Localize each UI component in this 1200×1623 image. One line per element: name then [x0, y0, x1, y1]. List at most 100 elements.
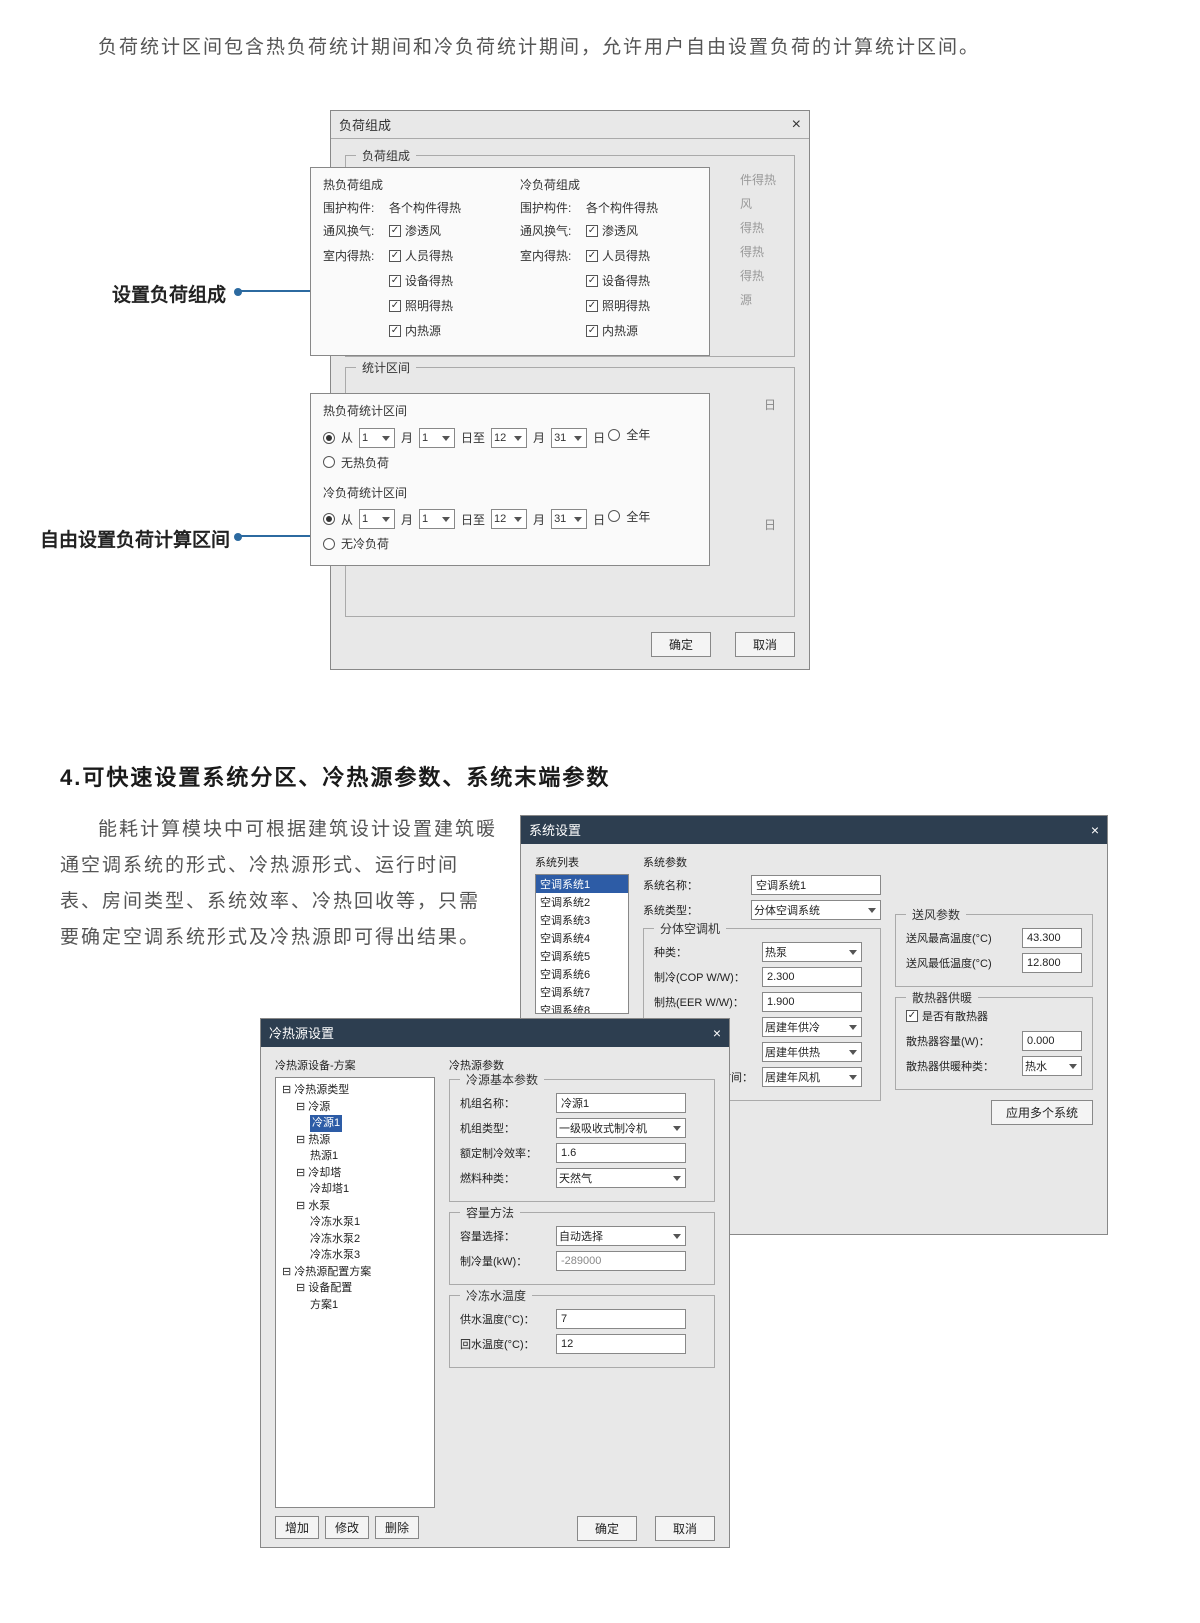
dialog-titlebar: 负荷组成 ×: [331, 111, 809, 139]
unit-type-label: 机组类型：: [460, 1120, 550, 1136]
kind-select[interactable]: 热泵: [762, 942, 862, 962]
cold-d2-select[interactable]: 31: [551, 509, 587, 529]
list-item[interactable]: 空调系统3: [536, 911, 628, 929]
close-icon[interactable]: ×: [713, 1025, 721, 1041]
cap-kw-input[interactable]: -289000: [556, 1251, 686, 1271]
close-icon[interactable]: ×: [792, 116, 801, 134]
supply-t-input[interactable]: 7: [556, 1309, 686, 1329]
section4-paragraph: 能耗计算模块中可根据建筑设计设置建筑暖通空调系统的形式、冷热源形式、运行时间表、…: [60, 812, 500, 956]
sys-dialog-title: 系统设置: [529, 820, 581, 839]
list-item[interactable]: 空调系统8: [536, 1001, 628, 1014]
fuel-select[interactable]: 天然气: [556, 1168, 686, 1188]
rad-type-select[interactable]: 热水: [1022, 1056, 1082, 1076]
intro-paragraph: 负荷统计区间包含热负荷统计期间和冷负荷统计期间，允许用户自由设置负荷的计算统计区…: [60, 30, 1140, 66]
ok-button[interactable]: 确定: [651, 632, 711, 657]
chw-temp-title: 冷冻水温度: [460, 1287, 532, 1304]
delete-button[interactable]: 删除: [375, 1516, 419, 1539]
hot-whole-year-radio[interactable]: 全年: [608, 426, 650, 443]
person-check-c[interactable]: 人员得热: [586, 247, 650, 264]
hot-interval-title: 热负荷统计区间: [323, 402, 697, 419]
capacity-group: 容量方法 容量选择：自动选择 制冷量(kW)：-289000: [449, 1212, 715, 1285]
tree-label: 冷热源设备-方案: [275, 1057, 435, 1073]
sys-dialog-titlebar: 系统设置 ×: [521, 816, 1107, 844]
cancel-button[interactable]: 取消: [735, 632, 795, 657]
return-t-label: 回水温度(°C)：: [460, 1336, 550, 1352]
has-radiator-check[interactable]: 是否有散热器: [906, 1008, 988, 1024]
eer-input[interactable]: 1.900: [762, 992, 862, 1012]
list-item[interactable]: 空调系统6: [536, 965, 628, 983]
sys-type-select[interactable]: 分体空调系统: [751, 900, 881, 920]
indoor-label-c: 室内得热:: [520, 247, 580, 264]
heat-time-select[interactable]: 居建年供热: [762, 1042, 862, 1062]
list-item[interactable]: 空调系统1: [536, 875, 628, 893]
hot-m1-select[interactable]: 1: [359, 428, 395, 448]
supply-max-input[interactable]: 43.300: [1022, 928, 1082, 948]
vent-check-h[interactable]: 渗透风: [389, 222, 441, 239]
vent-check-c[interactable]: 渗透风: [586, 222, 638, 239]
list-item[interactable]: 空调系统7: [536, 983, 628, 1001]
unit-name-input[interactable]: 冷源1: [556, 1093, 686, 1113]
encl-label-h: 围护构件:: [323, 199, 383, 216]
cold-m1-select[interactable]: 1: [359, 509, 395, 529]
inner-check-c[interactable]: 内热源: [586, 322, 638, 339]
rad-cap-input[interactable]: 0.000: [1022, 1031, 1082, 1051]
callout-line-2: [238, 535, 310, 537]
equip-check-h[interactable]: 设备得热: [389, 272, 453, 289]
apply-multi-button[interactable]: 应用多个系统: [991, 1100, 1093, 1125]
bg-peek-text: 件得热 风 得热 得热 得热 源: [740, 168, 776, 312]
light-check-h[interactable]: 照明得热: [389, 297, 453, 314]
cold-dialog-titlebar: 冷热源设置 ×: [261, 1019, 729, 1047]
cold-ok-button[interactable]: 确定: [577, 1516, 637, 1541]
kind-label: 种类：: [654, 944, 756, 960]
callout-interval-label: 自由设置负荷计算区间: [40, 525, 230, 552]
inner-check-h[interactable]: 内热源: [389, 322, 441, 339]
cold-d1-select[interactable]: 1: [419, 509, 455, 529]
rad-type-label: 散热器供暖种类：: [906, 1058, 1016, 1074]
cold-cancel-button[interactable]: 取消: [655, 1516, 715, 1541]
unit-type-select[interactable]: 一级吸收式制冷机: [556, 1118, 686, 1138]
sys-name-input[interactable]: 空调系统1: [751, 875, 881, 895]
supply-min-label: 送风最低温度(°C): [906, 955, 1016, 971]
hot-d1-select[interactable]: 1: [419, 428, 455, 448]
hot-from-radio[interactable]: 从 1月 1日至 12月 31日: [323, 428, 605, 448]
cold-whole-year-radio[interactable]: 全年: [608, 508, 650, 525]
cold-m2-select[interactable]: 12: [491, 509, 527, 529]
close-icon[interactable]: ×: [1091, 822, 1099, 838]
cold-none-radio[interactable]: 无冷负荷: [323, 535, 389, 552]
composition-group-title: 负荷组成: [356, 147, 416, 164]
add-button[interactable]: 增加: [275, 1516, 319, 1539]
chw-temp-group: 冷冻水温度 供水温度(°C)：7 回水温度(°C)：12: [449, 1295, 715, 1368]
rated-label: 额定制冷效率：: [460, 1145, 550, 1161]
system-listbox[interactable]: 空调系统1 空调系统2 空调系统3 空调系统4 空调系统5 空调系统6 空调系统…: [535, 874, 629, 1014]
list-item[interactable]: 空调系统4: [536, 929, 628, 947]
cold-from-radio[interactable]: 从 1月 1日至 12月 31日: [323, 509, 605, 529]
hot-m2-select[interactable]: 12: [491, 428, 527, 448]
supply-min-input[interactable]: 12.800: [1022, 953, 1082, 973]
hot-none-radio[interactable]: 无热负荷: [323, 454, 389, 471]
fuel-label: 燃料种类：: [460, 1170, 550, 1186]
person-check-h[interactable]: 人员得热: [389, 247, 453, 264]
return-t-input[interactable]: 12: [556, 1334, 686, 1354]
bg-day-2: 日: [764, 516, 776, 533]
list-item[interactable]: 空调系统2: [536, 893, 628, 911]
supply-max-label: 送风最高温度(°C): [906, 930, 1016, 946]
cold-dialog-title: 冷热源设置: [269, 1023, 334, 1042]
encl-value-c: 各个构件得热: [586, 199, 658, 216]
cool-time-select[interactable]: 居建年供冷: [762, 1017, 862, 1037]
equip-check-c[interactable]: 设备得热: [586, 272, 650, 289]
hot-d2-select[interactable]: 31: [551, 428, 587, 448]
callout-line-1: [238, 290, 310, 292]
modify-button[interactable]: 修改: [325, 1516, 369, 1539]
rad-cap-label: 散热器容量(W)：: [906, 1033, 1016, 1049]
fan-time-select[interactable]: 居建年风机: [762, 1067, 862, 1087]
basic-params-group: 冷源基本参数 机组名称：冷源1 机组类型：一级吸收式制冷机 额定制冷效率：1.6…: [449, 1079, 715, 1202]
rated-input[interactable]: 1.6: [556, 1143, 686, 1163]
section4-heading: 4.可快速设置系统分区、冷热源参数、系统末端参数: [60, 760, 1140, 792]
system-list-label: 系统列表: [535, 854, 629, 870]
cap-sel-select[interactable]: 自动选择: [556, 1226, 686, 1246]
source-tree[interactable]: ⊟ 冷热源类型 ⊟ 冷源 冷源1 ⊟ 热源 热源1 ⊟ 冷却塔 冷却塔1 ⊟ 水…: [275, 1077, 435, 1508]
cop-input[interactable]: 2.300: [762, 967, 862, 987]
list-item[interactable]: 空调系统5: [536, 947, 628, 965]
light-check-c[interactable]: 照明得热: [586, 297, 650, 314]
callout-composition-label: 设置负荷组成: [112, 280, 226, 307]
